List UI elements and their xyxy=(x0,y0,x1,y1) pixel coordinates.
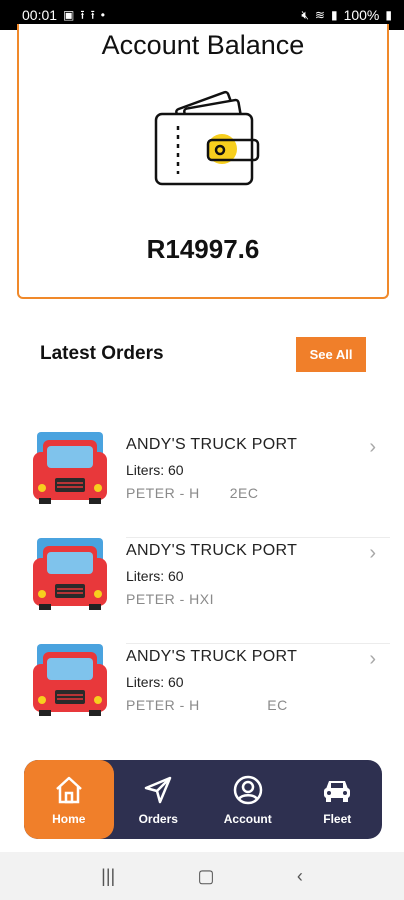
chevron-right-icon[interactable]: › xyxy=(369,648,376,671)
order-station-name: ANDY'S TRUCK PORT xyxy=(126,542,298,559)
battery-icon: ▮ xyxy=(385,8,392,22)
truck-icon xyxy=(33,538,107,610)
nav-account[interactable]: Account xyxy=(203,760,293,839)
home-circle-icon[interactable]: ▢ xyxy=(198,866,215,887)
order-item[interactable]: ANDY'S TRUCK PORT Liters: 60 PETER - HXI… xyxy=(33,538,390,644)
system-nav-bar: ||| ▢ ‹ xyxy=(0,852,404,900)
balance-amount: R14997.6 xyxy=(146,234,260,264)
upload-icon: ⭱ xyxy=(80,8,85,22)
truck-icon xyxy=(33,432,107,504)
wallet-icon xyxy=(154,90,260,186)
car-icon xyxy=(324,780,351,802)
see-all-button[interactable]: See All xyxy=(296,337,366,372)
back-icon[interactable]: ‹ xyxy=(297,866,303,887)
send-icon xyxy=(145,776,172,803)
nav-account-label: Account xyxy=(223,811,272,826)
truck-icon xyxy=(33,644,107,716)
order-liters: Liters: 60 xyxy=(126,568,184,584)
order-liters: Liters: 60 xyxy=(126,674,184,690)
recents-icon[interactable]: ||| xyxy=(101,866,115,887)
nav-home[interactable]: Home xyxy=(24,760,114,839)
upload-icon-2: ⭱ xyxy=(90,8,95,22)
nav-fleet[interactable]: Fleet xyxy=(293,760,383,839)
nav-fleet-label: Fleet xyxy=(323,811,352,826)
order-liters: Liters: 60 xyxy=(126,462,184,478)
bottom-nav: Home Orders Account Fleet xyxy=(24,760,382,839)
battery-percent: 100% xyxy=(343,7,380,23)
order-station-name: ANDY'S TRUCK PORT xyxy=(126,436,298,453)
nav-home-label: Home xyxy=(52,811,86,826)
order-driver: PETER - HXI xyxy=(126,591,214,607)
nav-orders-label: Orders xyxy=(138,811,178,826)
order-item[interactable]: ANDY'S TRUCK PORT Liters: 60 PETER - H E… xyxy=(33,644,390,750)
nav-orders[interactable]: Orders xyxy=(114,760,204,839)
balance-title: Account Balance xyxy=(101,30,305,60)
order-driver: PETER - H 2EC xyxy=(126,485,259,501)
user-circle-icon xyxy=(233,775,262,804)
home-icon xyxy=(55,776,82,803)
status-right: 🔇︎ ≋ ▮ 100% ▮ xyxy=(301,7,392,23)
status-left: 00:01 ▣ ⭱ ⭱ • xyxy=(22,7,105,23)
dot-icon: • xyxy=(100,8,105,22)
order-station-name: ANDY'S TRUCK PORT xyxy=(126,648,298,665)
order-driver: PETER - H EC xyxy=(126,697,288,713)
mute-icon: 🔇︎ xyxy=(301,8,309,22)
order-item[interactable]: ANDY'S TRUCK PORT Liters: 60 PETER - H 2… xyxy=(33,432,390,538)
chevron-right-icon[interactable]: › xyxy=(369,542,376,565)
chevron-right-icon[interactable]: › xyxy=(369,436,376,459)
balance-card: Account Balance R14997.6 xyxy=(17,24,389,299)
latest-orders-title: Latest Orders xyxy=(40,343,164,364)
signal-icon: ▮ xyxy=(330,8,338,22)
status-time: 00:01 xyxy=(22,7,58,23)
wifi-icon: ≋ xyxy=(314,8,325,22)
image-notification-icon: ▣ xyxy=(63,8,75,22)
